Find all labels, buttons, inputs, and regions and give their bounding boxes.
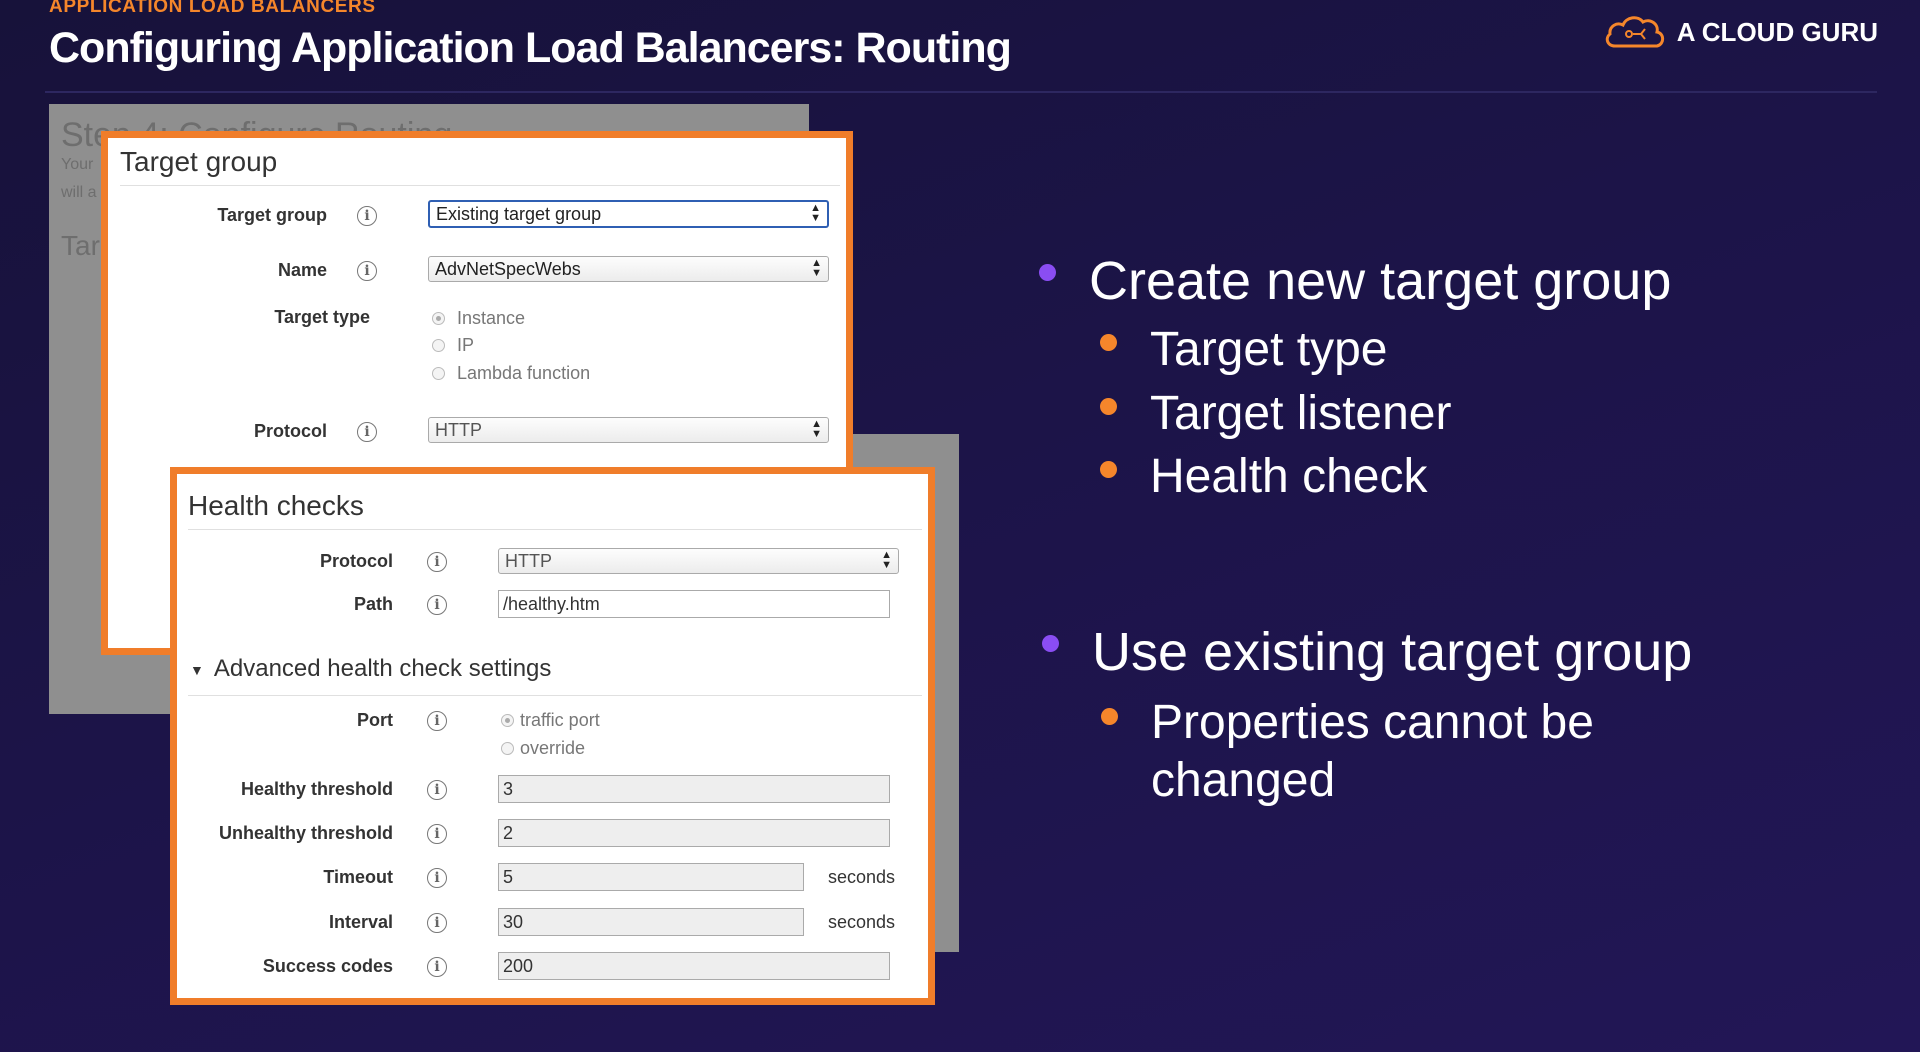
health-checks-panel: Health checks Protocol i HTTP ▲ ▼ Path i … (170, 467, 935, 1005)
brand-logo: A CLOUD GURU (1603, 12, 1878, 52)
info-icon[interactable]: i (357, 206, 377, 226)
port-option-override[interactable]: override (501, 738, 585, 759)
sub-bullet: Target listener (1150, 387, 1452, 440)
title-divider (188, 529, 922, 530)
sub-bullet-continued: changed (1151, 754, 1336, 807)
success-codes-label: Success codes (262, 956, 393, 976)
port-label: Port (357, 710, 393, 730)
target-group-select[interactable]: Existing target group ▲ ▼ (428, 200, 829, 228)
hc-protocol-label: Protocol (319, 551, 393, 571)
healthy-threshold-input[interactable]: 3 (498, 775, 890, 803)
port-option-traffic[interactable]: traffic port (501, 710, 600, 731)
healthy-threshold-label: Healthy threshold (240, 779, 393, 799)
bullet-dot-icon (1100, 461, 1117, 478)
radio-icon (432, 339, 445, 352)
port-option-label: override (520, 738, 586, 758)
section-divider (188, 695, 922, 696)
radio-icon (501, 742, 514, 755)
hc-path-input[interactable]: /healthy.htm (498, 590, 890, 618)
radio-icon (432, 367, 445, 380)
target-type-option-label: Lambda function (457, 363, 591, 383)
select-arrows-icon: ▲ ▼ (811, 257, 822, 279)
target-type-option-label: IP (457, 335, 475, 355)
target-group-label: Target group (217, 205, 327, 225)
target-type-option-label: Instance (457, 308, 526, 328)
timeout-input[interactable]: 5 (498, 863, 804, 891)
protocol-select[interactable]: HTTP ▲ ▼ (428, 417, 829, 443)
ghost-section: Tar (61, 230, 100, 261)
name-select[interactable]: AdvNetSpecWebs ▲ ▼ (428, 256, 829, 282)
info-icon[interactable]: i (427, 552, 447, 572)
info-icon[interactable]: i (427, 868, 447, 888)
success-codes-input[interactable]: 200 (498, 952, 890, 980)
info-icon[interactable]: i (427, 957, 447, 977)
info-icon[interactable]: i (427, 780, 447, 800)
interval-input[interactable]: 30 (498, 908, 804, 936)
cloud-logo-icon (1605, 16, 1664, 48)
select-arrows-icon: ▲ ▼ (881, 549, 892, 571)
port-option-label: traffic port (520, 710, 600, 730)
protocol-label: Protocol (253, 421, 327, 441)
sub-bullet: Health check (1150, 450, 1428, 503)
timeout-label: Timeout (323, 867, 393, 887)
target-group-title: Target group (120, 146, 278, 177)
target-group-select-value: Existing target group (436, 204, 602, 224)
radio-selected-icon (432, 312, 445, 325)
timeout-unit: seconds (828, 867, 896, 887)
hc-protocol-select-value: HTTP (505, 551, 552, 571)
target-type-option-lambda[interactable]: Lambda function (432, 363, 590, 384)
select-arrows-icon: ▲ ▼ (810, 202, 821, 224)
brand-name: A CLOUD GURU (1676, 16, 1878, 47)
sub-bullet: Properties cannot be (1151, 696, 1594, 749)
info-icon[interactable]: i (357, 422, 377, 442)
target-type-option-ip[interactable]: IP (432, 335, 474, 356)
info-icon[interactable]: i (357, 261, 377, 281)
slide-title: Configuring Application Load Balancers: … (49, 24, 1012, 72)
sub-bullet: Target type (1150, 323, 1388, 376)
target-type-label: Target type (274, 307, 370, 327)
advanced-settings-label: Advanced health check settings (213, 655, 552, 682)
info-icon[interactable]: i (427, 595, 447, 615)
ghost-line-1: Your (61, 156, 94, 173)
bullet-dot-icon (1100, 334, 1117, 351)
select-arrows-icon: ▲ ▼ (811, 418, 822, 440)
name-select-value: AdvNetSpecWebs (435, 259, 581, 279)
section-eyebrow: APPLICATION LOAD BALANCERS (49, 0, 376, 17)
name-label: Name (277, 260, 327, 280)
info-icon[interactable]: i (427, 913, 447, 933)
bullet-dot-icon (1101, 708, 1118, 725)
bullet-existing: Use existing target group (1092, 622, 1693, 682)
radio-selected-icon (501, 714, 514, 727)
interval-unit: seconds (828, 912, 896, 932)
interval-label: Interval (328, 912, 393, 932)
bullet-create: Create new target group (1089, 251, 1672, 311)
info-icon[interactable]: i (427, 711, 447, 731)
unhealthy-threshold-input[interactable]: 2 (498, 819, 890, 847)
unhealthy-threshold-label: Unhealthy threshold (218, 823, 393, 843)
protocol-select-value: HTTP (435, 420, 482, 440)
bullet-dot-icon (1039, 264, 1056, 281)
header-divider (45, 91, 1877, 93)
advanced-settings-toggle[interactable]: ▼ Advanced health check settings (190, 655, 551, 683)
health-checks-title: Health checks (188, 490, 364, 521)
title-divider (120, 185, 840, 186)
hc-protocol-select[interactable]: HTTP ▲ ▼ (498, 548, 899, 574)
ghost-line-2: will a (61, 184, 97, 201)
bullet-dot-icon (1100, 398, 1117, 415)
bullet-dot-icon (1042, 635, 1059, 652)
caret-down-icon: ▼ (190, 661, 204, 678)
hc-path-label: Path (353, 594, 393, 614)
info-icon[interactable]: i (427, 824, 447, 844)
target-type-option-instance[interactable]: Instance (432, 308, 525, 329)
